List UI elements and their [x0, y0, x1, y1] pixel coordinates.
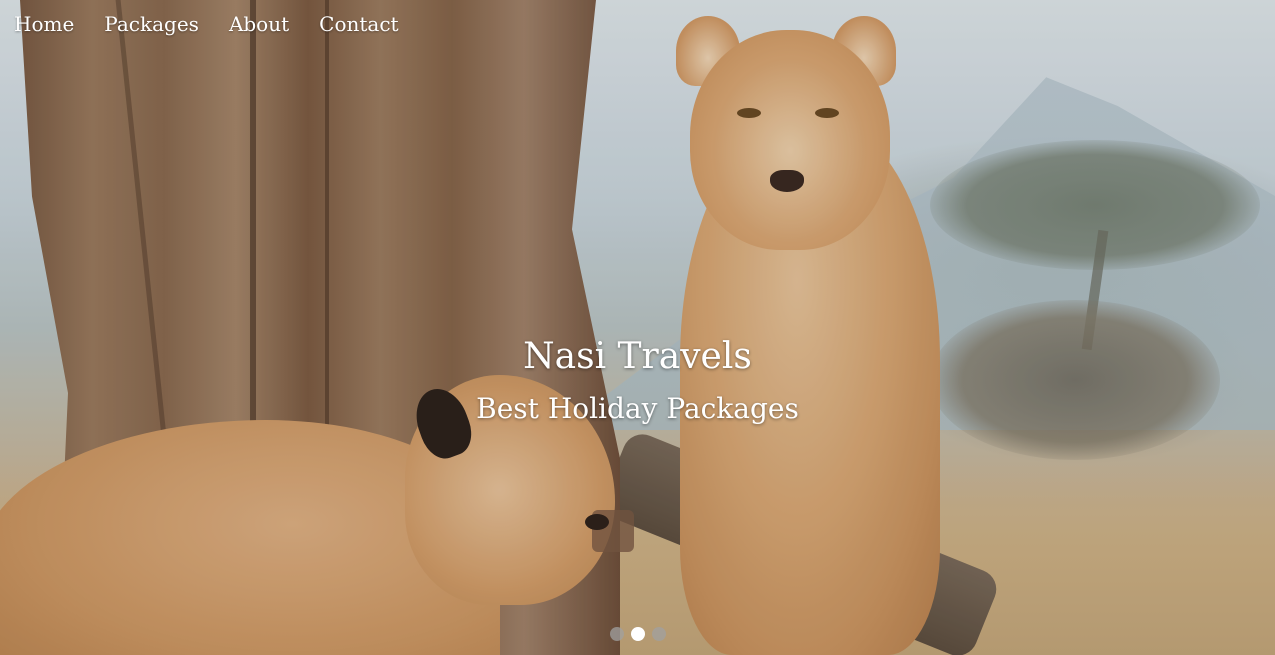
carousel-dot-3[interactable]: [651, 627, 666, 641]
nav-link-contact[interactable]: Contact: [319, 12, 398, 36]
carousel-indicators: [0, 627, 1275, 641]
nav-link-packages[interactable]: Packages: [104, 12, 199, 36]
hero-title: Nasi Travels: [523, 336, 752, 377]
nav-link-about[interactable]: About: [229, 12, 289, 36]
hero-banner: Home Packages About Contact Nasi Travels…: [0, 0, 1275, 655]
hero-caption: Nasi Travels Best Holiday Packages: [0, 336, 1275, 426]
image-overlay: [0, 0, 1275, 655]
top-navigation: Home Packages About Contact: [0, 0, 429, 48]
nav-link-home[interactable]: Home: [14, 12, 74, 36]
carousel-dot-2[interactable]: [630, 627, 645, 641]
hero-subtitle: Best Holiday Packages: [476, 392, 799, 425]
carousel-dot-1[interactable]: [609, 627, 624, 641]
